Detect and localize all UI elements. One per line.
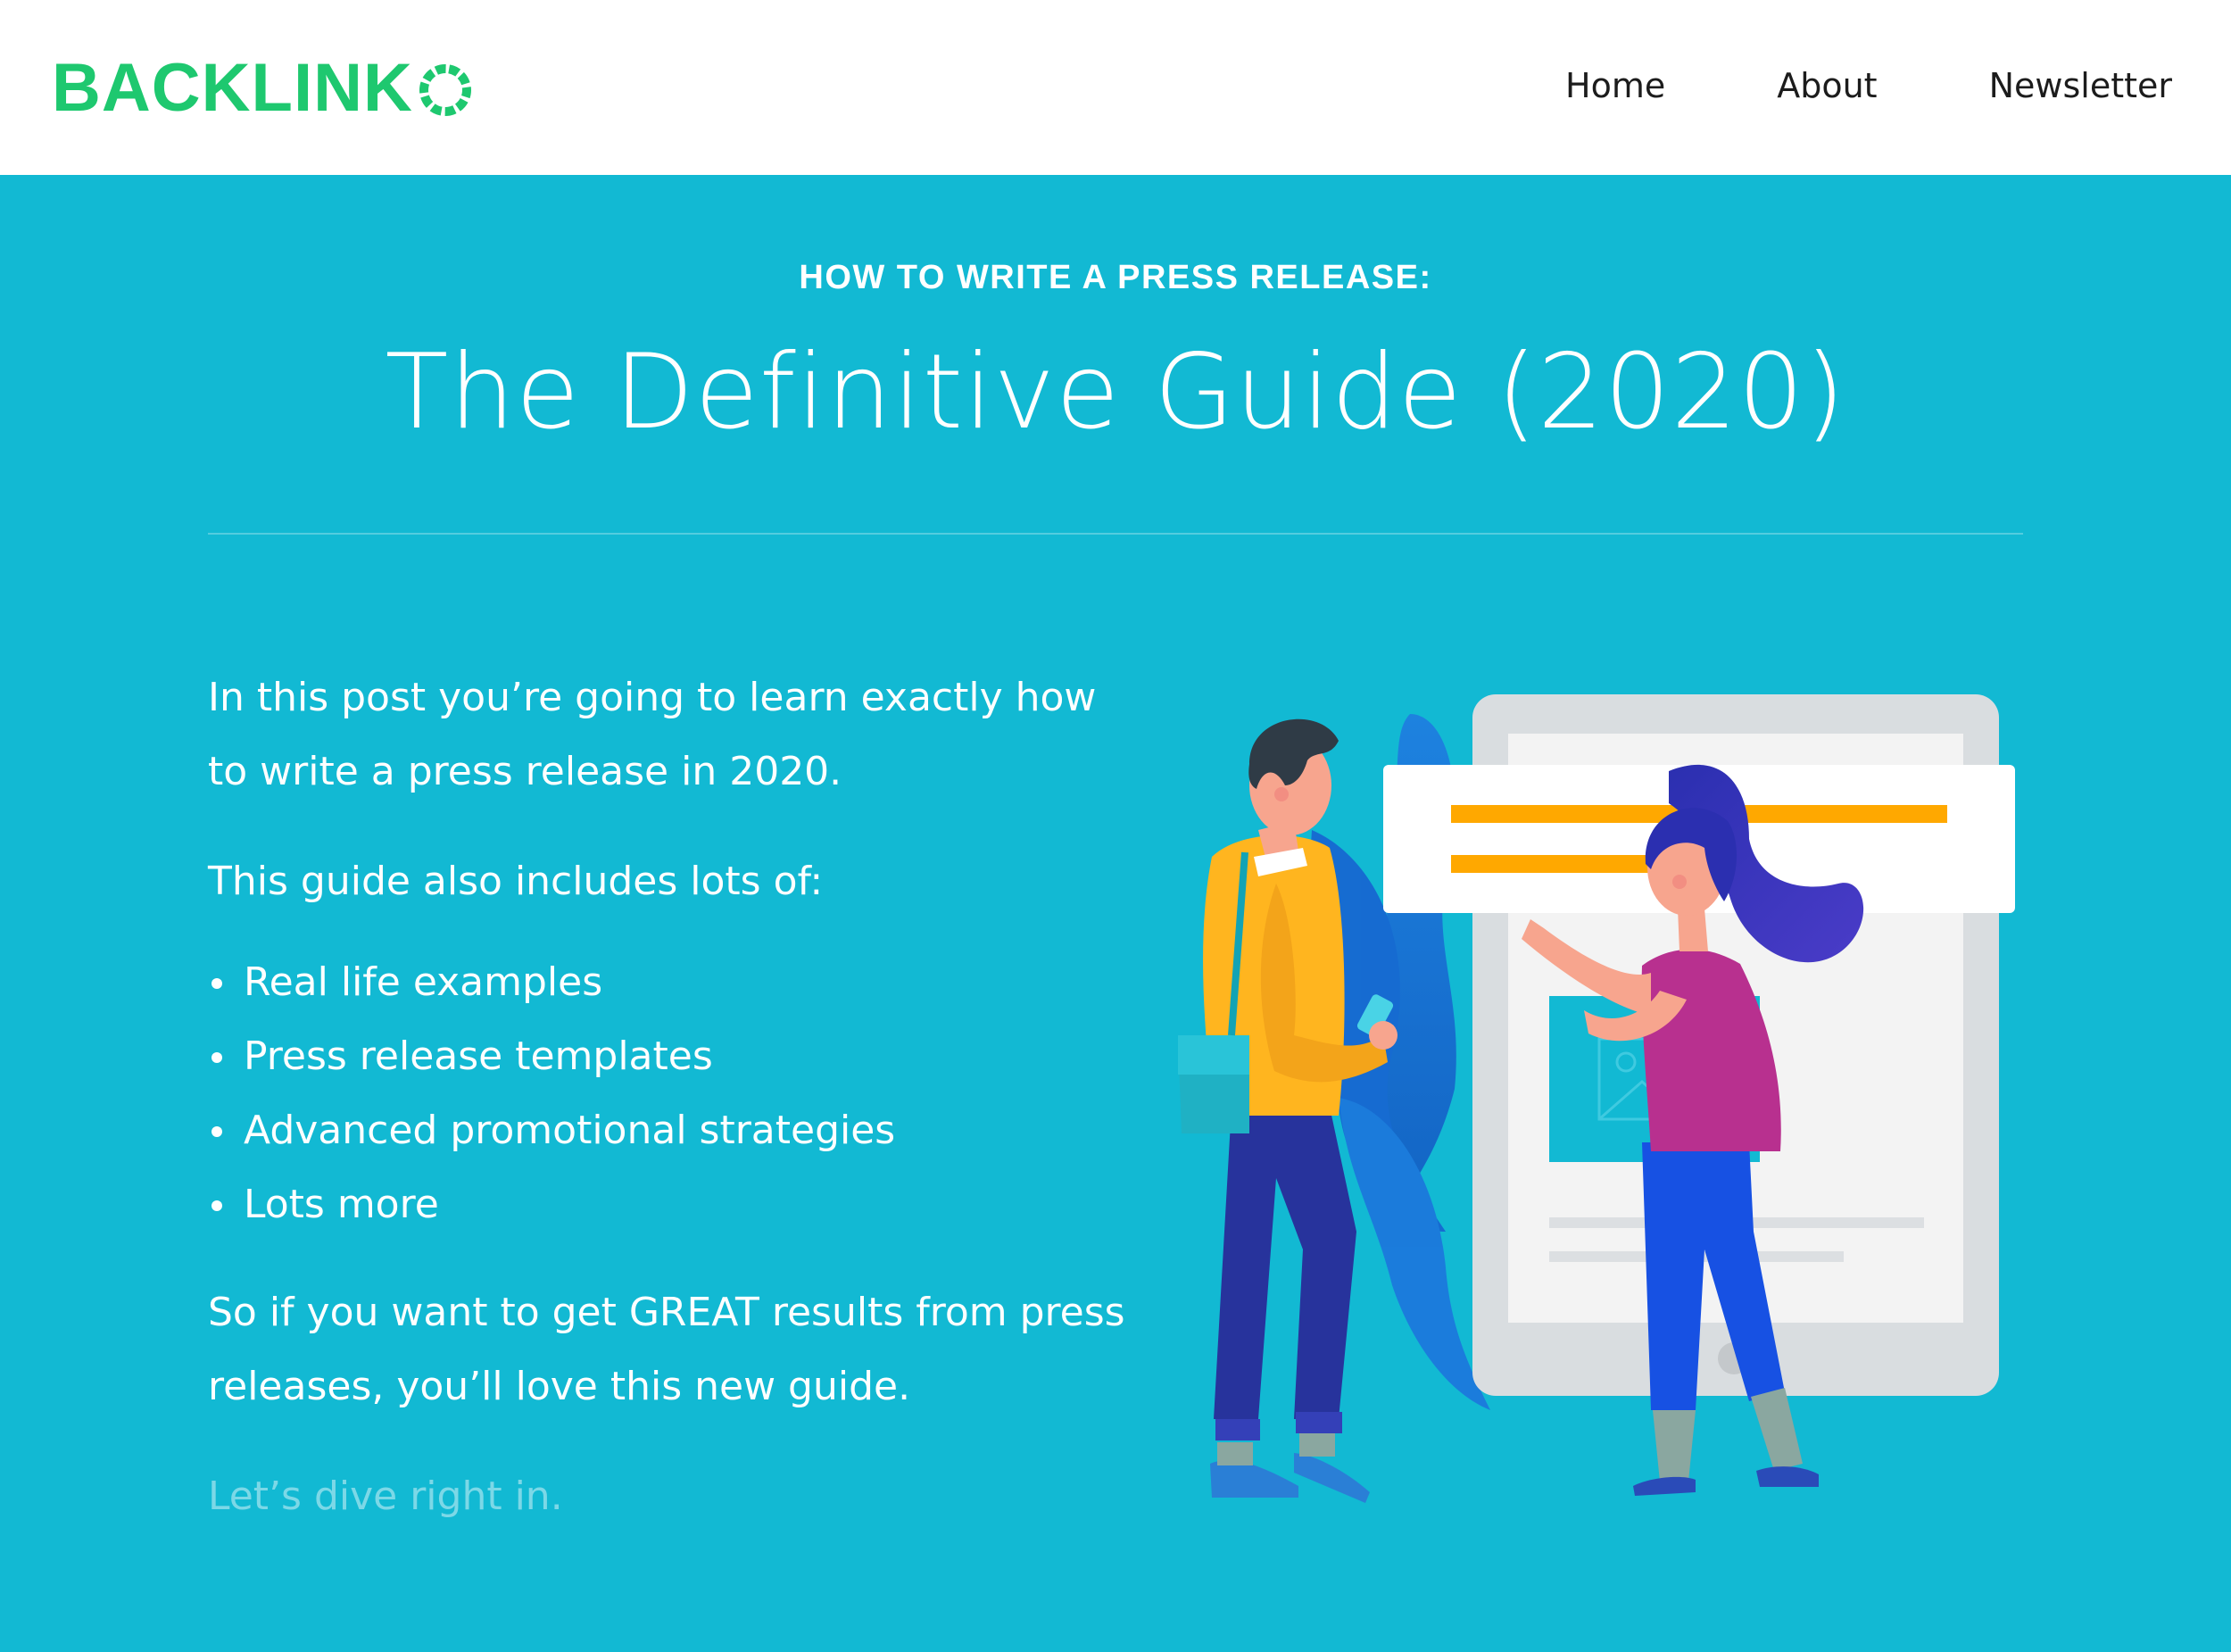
hero-kicker: HOW TO WRITE A PRESS RELEASE: <box>799 259 1432 296</box>
backlinko-logo[interactable]: BACKLINK <box>52 50 474 127</box>
list-item: Lots more <box>211 1167 1127 1241</box>
hero-divider <box>208 533 2023 535</box>
site-header: BACKLINK Home About Newsletter <box>0 0 2231 175</box>
intro-section: In this post you’re going to learn exact… <box>208 660 1127 1569</box>
intro-paragraph-2: This guide also includes lots of: <box>208 859 824 904</box>
nav-about-link[interactable]: About <box>1777 59 1877 112</box>
people-with-tablet-illustration <box>1178 694 2015 1503</box>
logo-ring-icon <box>419 64 471 116</box>
nav-newsletter-link[interactable]: Newsletter <box>1989 59 2172 112</box>
logo-text: BACKLINK <box>52 50 413 126</box>
intro-paragraph-4: Let’s dive right in. <box>208 1474 563 1519</box>
nav-home-link[interactable]: Home <box>1565 59 1665 112</box>
main-nav: Home About Newsletter <box>1565 59 2172 112</box>
list-item: Advanced promotional strategies <box>211 1093 1127 1167</box>
list-item: Press release templates <box>211 1019 1127 1093</box>
intro-paragraph-3: So if you want to get GREAT results from… <box>208 1290 1125 1409</box>
page-title: The Definitive Guide (2020) <box>385 332 1846 452</box>
list-item: Real life examples <box>211 945 1127 1019</box>
intro-paragraph-1: In this post you’re going to learn exact… <box>208 675 1097 794</box>
feature-list: Real life examples Press release templat… <box>208 945 1127 1241</box>
